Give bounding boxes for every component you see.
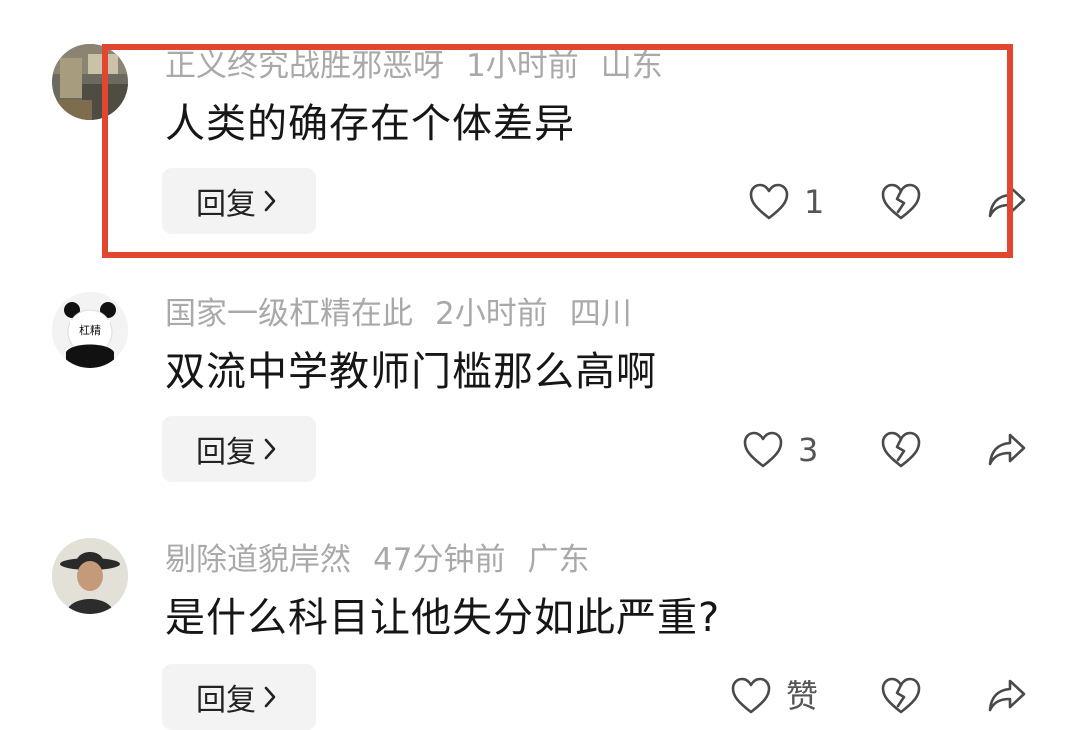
timestamp: 2小时前	[435, 296, 548, 332]
location: 山东	[600, 48, 663, 84]
reply-label: 回复	[196, 435, 256, 470]
avatar[interactable]: 杠精	[52, 292, 128, 368]
username[interactable]: 剔除道貌岸然	[165, 542, 351, 578]
avatar[interactable]	[52, 538, 128, 614]
comment-meta: 国家一级杠精在此 2小时前 四川	[165, 294, 654, 334]
avatar-label: 杠精	[79, 324, 101, 337]
chevron-right-icon	[264, 190, 276, 212]
share-button[interactable]	[986, 676, 1028, 716]
share-button[interactable]	[986, 182, 1028, 222]
comment-text: 人类的确存在个体差异	[165, 101, 575, 147]
comment-item: 正义终究战胜邪恶呀 1小时前 山东 人类的确存在个体差异 回复 1	[0, 0, 1080, 250]
like-button[interactable]: 1	[748, 182, 824, 222]
like-count: 赞	[786, 677, 819, 715]
like-button[interactable]: 3	[742, 430, 818, 470]
heart-icon	[749, 183, 789, 220]
broken-heart-icon	[881, 431, 921, 468]
chevron-right-icon	[264, 686, 276, 708]
dislike-button[interactable]	[880, 430, 922, 470]
heart-icon	[731, 677, 771, 714]
reply-button[interactable]: 回复	[162, 168, 316, 234]
chevron-right-icon	[264, 438, 276, 460]
share-button[interactable]	[986, 430, 1028, 470]
reply-label: 回复	[196, 187, 256, 222]
like-count: 3	[798, 431, 819, 469]
timestamp: 47分钟前	[373, 542, 506, 578]
comment-item: 杠精 国家一级杠精在此 2小时前 四川 双流中学教师门槛那么高啊 回复 3	[0, 248, 1080, 498]
share-icon	[988, 679, 1026, 712]
share-icon	[988, 185, 1026, 218]
dislike-button[interactable]	[880, 182, 922, 222]
comment-meta: 正义终究战胜邪恶呀 1小时前 山东	[165, 46, 685, 86]
location: 广东	[527, 542, 590, 578]
timestamp: 1小时前	[466, 48, 579, 84]
reply-label: 回复	[196, 683, 256, 718]
comment-text: 双流中学教师门槛那么高啊	[165, 349, 657, 395]
avatar[interactable]	[52, 44, 128, 120]
username[interactable]: 正义终究战胜邪恶呀	[165, 48, 444, 84]
comment-meta: 剔除道貌岸然 47分钟前 广东	[165, 540, 611, 580]
share-icon	[988, 433, 1026, 466]
heart-icon	[743, 431, 783, 468]
comment-item: 剔除道貌岸然 47分钟前 广东 是什么科目让他失分如此严重? 回复 赞	[0, 496, 1080, 730]
broken-heart-icon	[881, 677, 921, 714]
comment-text: 是什么科目让他失分如此严重?	[165, 595, 721, 641]
location: 四川	[569, 296, 632, 332]
broken-heart-icon	[881, 183, 921, 220]
reply-button[interactable]: 回复	[162, 416, 316, 482]
like-count: 1	[804, 183, 825, 221]
reply-button[interactable]: 回复	[162, 664, 316, 730]
like-button[interactable]: 赞	[730, 676, 818, 716]
username[interactable]: 国家一级杠精在此	[165, 296, 413, 332]
dislike-button[interactable]	[880, 676, 922, 716]
